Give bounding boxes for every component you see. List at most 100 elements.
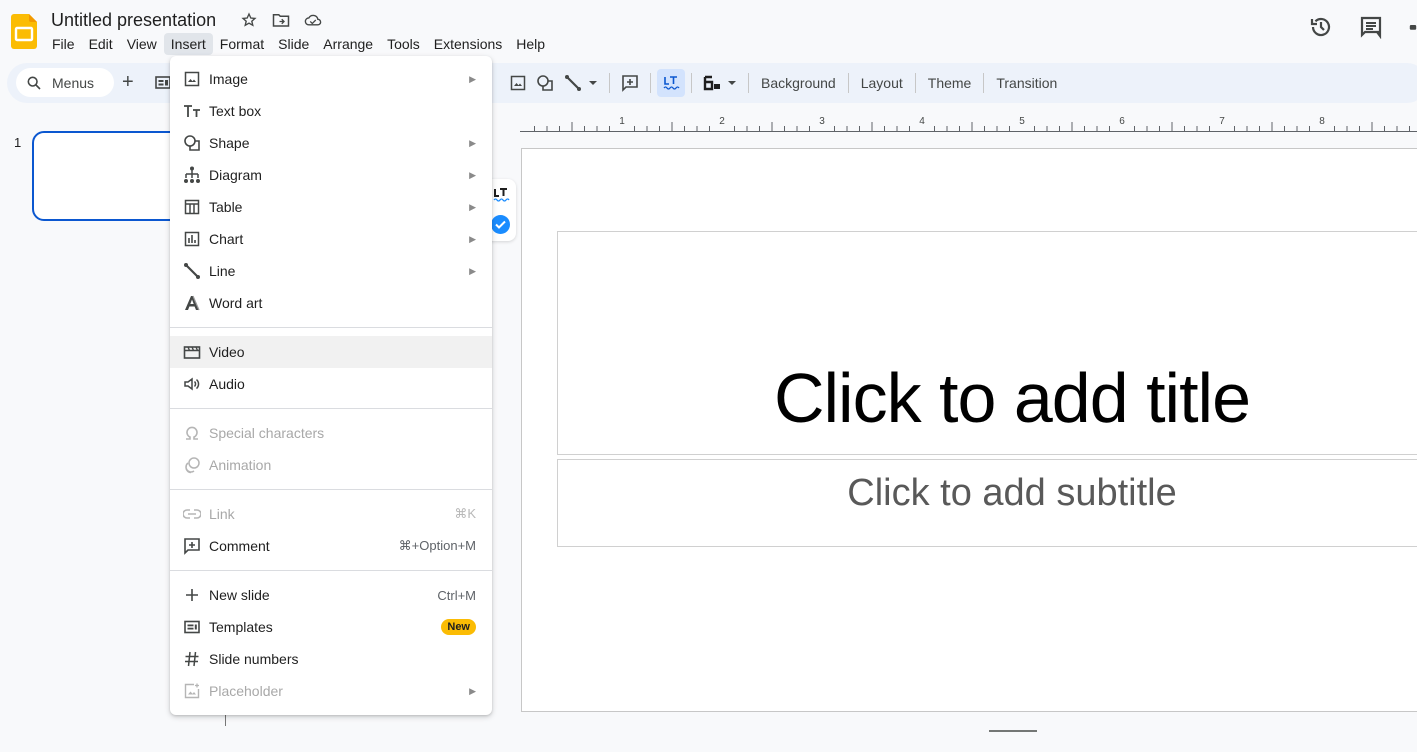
submenu-arrow-icon: ▶ — [469, 201, 476, 212]
chevron-down-icon — [589, 81, 597, 85]
menu-item-image[interactable]: Image ▶ — [170, 63, 492, 95]
menu-item-line[interactable]: Line ▶ — [170, 255, 492, 287]
comments-icon[interactable] — [1359, 14, 1383, 40]
title-actions — [240, 10, 322, 30]
menu-item-label: Special characters — [209, 425, 325, 441]
menu-item-text-box[interactable]: Text box — [170, 95, 492, 127]
move-folder-icon[interactable] — [272, 10, 290, 30]
insert-line-button[interactable] — [559, 69, 603, 97]
menu-item-label: Audio — [209, 376, 245, 392]
theme-button[interactable]: Theme — [922, 69, 978, 97]
layout-button[interactable]: Layout — [855, 69, 909, 97]
menu-view[interactable]: View — [120, 33, 164, 55]
toolbar-divider — [914, 73, 916, 93]
insert-shape-button[interactable] — [531, 69, 559, 97]
diagram-icon — [183, 166, 201, 184]
toolbar-divider — [691, 73, 692, 93]
submenu-arrow-icon: ▶ — [469, 73, 476, 84]
menu-tools[interactable]: Tools — [380, 33, 427, 55]
transition-button[interactable]: Transition — [990, 69, 1063, 97]
new-slide-button[interactable]: + — [122, 72, 134, 92]
document-title[interactable]: Untitled presentation — [51, 10, 216, 31]
spell-check-toggle[interactable] — [657, 69, 685, 97]
subtitle-placeholder[interactable]: Click to add subtitle — [557, 459, 1417, 547]
slides-app: Untitled presentation File Edit View Ins… — [0, 0, 1417, 752]
menu-item-templates[interactable]: Templates New — [170, 611, 492, 643]
title-placeholder-text: Click to add title — [773, 359, 1251, 437]
format-options-button[interactable] — [698, 69, 742, 97]
menu-file[interactable]: File — [45, 33, 82, 55]
menu-item-shape[interactable]: Shape ▶ — [170, 127, 492, 159]
insert-image-button[interactable] — [505, 69, 531, 97]
templates-icon — [183, 618, 201, 636]
menu-item-table[interactable]: Table ▶ — [170, 191, 492, 223]
menu-separator — [170, 327, 492, 328]
menu-item-label: Word art — [209, 295, 263, 311]
comment-icon — [183, 537, 201, 555]
menu-item-label: Animation — [209, 457, 272, 473]
menu-bar: File Edit View Insert Format Slide Arran… — [45, 33, 552, 55]
menu-item-label: Table — [209, 199, 243, 215]
menu-edit[interactable]: Edit — [82, 33, 120, 55]
chevron-down-icon — [728, 81, 736, 85]
text-box-icon — [183, 102, 201, 120]
layout-icon[interactable] — [155, 76, 171, 89]
slide-thumbnail[interactable] — [32, 131, 192, 221]
slides-logo-icon[interactable] — [11, 14, 37, 49]
speaker-notes-handle[interactable] — [989, 730, 1037, 732]
menu-item-new-slide[interactable]: New slide Ctrl+M — [170, 579, 492, 611]
ruler-label: 6 — [1119, 116, 1125, 127]
menu-slide[interactable]: Slide — [271, 33, 316, 55]
present-icon[interactable] — [1409, 14, 1417, 40]
language-tool-icon[interactable] — [492, 187, 510, 206]
add-comment-button[interactable] — [616, 69, 644, 97]
search-menus-input[interactable]: Menus — [16, 68, 114, 97]
ruler-label: 7 — [1219, 116, 1225, 127]
menu-item-link: Link ⌘K — [170, 498, 492, 530]
menu-item-label: Link — [209, 506, 235, 522]
menu-item-audio[interactable]: Audio — [170, 368, 492, 400]
cloud-saved-icon[interactable] — [304, 10, 322, 30]
toolbar-divider — [847, 73, 849, 93]
new-badge: New — [441, 619, 476, 635]
menu-separator — [170, 570, 492, 571]
title-placeholder[interactable]: Click to add title — [557, 231, 1417, 455]
horizontal-ruler[interactable]: 1 2 3 4 5 6 7 8 — [520, 108, 1417, 132]
ruler-baseline — [520, 131, 1417, 132]
menu-item-label: Comment — [209, 538, 270, 554]
menu-item-chart[interactable]: Chart ▶ — [170, 223, 492, 255]
menu-item-special-characters: Special characters — [170, 417, 492, 449]
menu-item-comment[interactable]: Comment ⌘+Option+M — [170, 530, 492, 562]
menu-item-video[interactable]: Video — [170, 336, 492, 368]
subtitle-placeholder-text: Click to add subtitle — [847, 472, 1177, 514]
submenu-arrow-icon: ▶ — [469, 265, 476, 276]
menu-extensions[interactable]: Extensions — [427, 33, 509, 55]
word-art-icon — [183, 294, 201, 312]
audio-icon — [183, 375, 201, 393]
menu-help[interactable]: Help — [509, 33, 552, 55]
menu-arrange[interactable]: Arrange — [316, 33, 380, 55]
background-button[interactable]: Background — [755, 69, 842, 97]
menu-item-diagram[interactable]: Diagram ▶ — [170, 159, 492, 191]
search-placeholder: Menus — [52, 74, 95, 91]
toolbar-divider — [609, 73, 610, 93]
version-history-icon[interactable] — [1309, 14, 1333, 40]
line-icon — [183, 262, 201, 280]
menu-item-label: Image — [209, 71, 248, 87]
hash-icon — [183, 650, 201, 668]
menu-item-placeholder: Placeholder ▶ — [170, 675, 492, 707]
slide-number: 1 — [14, 135, 22, 150]
menu-item-word-art[interactable]: Word art — [170, 287, 492, 319]
shortcut-hint: ⌘+Option+M — [398, 538, 476, 553]
format-options-icon — [703, 75, 720, 91]
menu-format[interactable]: Format — [213, 33, 271, 55]
submenu-arrow-icon: ▶ — [469, 685, 476, 696]
image-icon — [183, 70, 201, 88]
slide-canvas[interactable]: Click to add title Click to add subtitle — [521, 148, 1417, 712]
menu-insert[interactable]: Insert — [163, 33, 213, 55]
menu-item-animation: Animation — [170, 449, 492, 481]
menu-item-slide-numbers[interactable]: Slide numbers — [170, 643, 492, 675]
menu-item-label: Video — [209, 344, 245, 360]
check-icon[interactable] — [491, 215, 510, 234]
star-icon[interactable] — [240, 10, 258, 30]
